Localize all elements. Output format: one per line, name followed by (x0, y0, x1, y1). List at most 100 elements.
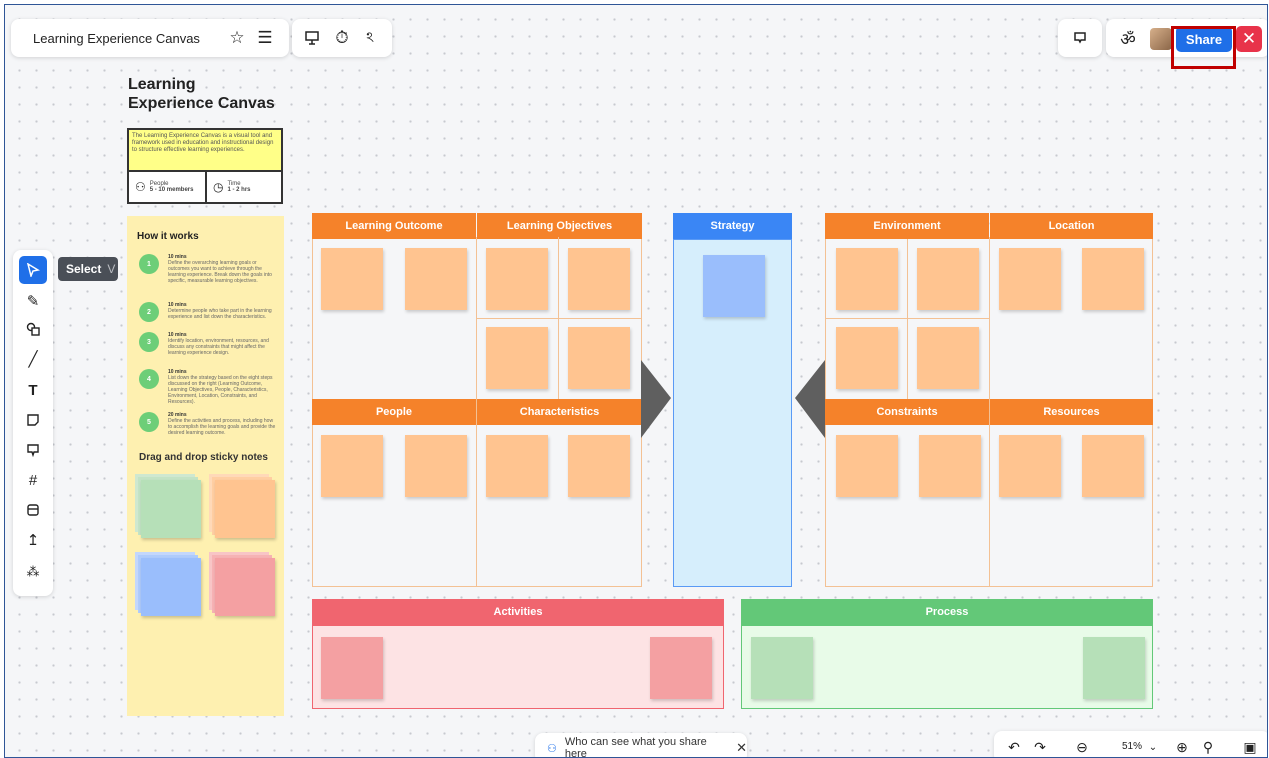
step-text: 10 mins List down the strategy based on t… (168, 369, 276, 405)
sticky-note[interactable] (1083, 637, 1145, 699)
menu-icon[interactable]: ☰ (255, 28, 275, 48)
comments-panel (1058, 19, 1102, 57)
line-icon[interactable]: ╱ (19, 345, 47, 373)
green-sticky-stack[interactable] (135, 474, 203, 538)
pen-icon[interactable]: ✎ (19, 287, 47, 315)
sticky-note[interactable] (321, 435, 383, 497)
red-sticky-stack[interactable] (209, 552, 277, 616)
presentation-tools-panel: ⏱ ঽ (292, 19, 392, 57)
constraints-header[interactable]: Constraints (825, 399, 989, 425)
user-avatar[interactable] (1150, 28, 1172, 50)
zoom-level[interactable]: 51% (1122, 741, 1142, 752)
close-icon[interactable]: ✕ (1236, 26, 1262, 52)
timer-icon[interactable]: ⏱ (332, 28, 352, 48)
sticky-note[interactable] (321, 637, 383, 699)
zoom-in-icon[interactable]: ⊕ (1172, 737, 1192, 757)
step-number: 5 (139, 412, 159, 432)
comment-icon[interactable] (1070, 28, 1090, 48)
people-visibility-icon: ⚇ (547, 742, 557, 755)
sticky-note[interactable] (919, 435, 981, 497)
upload-icon[interactable]: ↥ (19, 526, 47, 554)
share-hint-text: Who can see what you share here (564, 736, 707, 758)
voting-icon[interactable]: ঽ (360, 28, 380, 48)
process-header[interactable]: Process (741, 599, 1153, 625)
star-icon[interactable]: ☆ (227, 28, 247, 48)
sticky-note[interactable] (836, 327, 898, 389)
orange-sticky-stack[interactable] (209, 474, 277, 538)
text-icon[interactable]: T (19, 376, 47, 404)
page-icon[interactable]: ▣ (1240, 737, 1260, 757)
strategy-header[interactable]: Strategy (673, 213, 792, 239)
comment-tool-icon[interactable] (19, 436, 47, 464)
sticky-note[interactable] (703, 255, 765, 317)
template-icon[interactable] (19, 496, 47, 524)
sticky-note[interactable] (836, 435, 898, 497)
zoom-out-icon[interactable]: ⊖ (1072, 737, 1092, 757)
step-description: Define the overarching learning goals or… (168, 260, 272, 284)
time-value: 1 - 2 hrs (227, 187, 251, 193)
select-tooltip-label: Select (66, 262, 102, 276)
sticky-note[interactable] (486, 435, 548, 497)
step-number: 4 (139, 369, 159, 389)
sticky-note[interactable] (486, 327, 548, 389)
right-arrow-icon (641, 360, 671, 438)
blue-sticky-stack[interactable] (135, 552, 203, 616)
sticky-note[interactable] (568, 435, 630, 497)
meta-box[interactable]: ⚇ People 5 - 10 members ◷ Time 1 - 2 hrs (127, 172, 283, 204)
sticky-note[interactable] (321, 248, 383, 310)
frame-icon[interactable]: # (19, 466, 47, 494)
sticky-note[interactable] (999, 435, 1061, 497)
sticky-note[interactable] (568, 248, 630, 310)
step-number: 1 (139, 254, 159, 274)
select-icon[interactable] (19, 256, 47, 284)
canvas-title[interactable]: Learning Experience Canvas (128, 75, 288, 113)
shapes-icon[interactable] (19, 315, 47, 343)
canvas-title-line1: Learning (128, 76, 196, 93)
how-it-works-panel[interactable]: How it works 1 10 mins Define the overarc… (127, 216, 284, 716)
close-hint-icon[interactable]: ✕ (736, 740, 747, 756)
sticky-note[interactable] (650, 637, 712, 699)
resources-header[interactable]: Resources (990, 399, 1153, 425)
reaction-icon[interactable]: ॐ (1118, 28, 1138, 49)
sticky-note[interactable] (405, 248, 467, 310)
left-toolbar: ✎ ╱ T # ↥ ⁂ (13, 250, 53, 596)
people-icon: ⚇ (135, 180, 146, 194)
select-tooltip-shortcut: V (107, 262, 116, 276)
sticky-note[interactable] (568, 327, 630, 389)
environment-header[interactable]: Environment (825, 213, 989, 239)
sticky-note[interactable] (405, 435, 467, 497)
sticky-note-icon[interactable] (19, 406, 47, 434)
how-it-works-title: How it works (137, 231, 199, 242)
share-button-highlight (1171, 26, 1236, 69)
description-box[interactable]: The Learning Experience Canvas is a visu… (127, 128, 283, 172)
sticky-note[interactable] (1082, 248, 1144, 310)
location-header[interactable]: Location (990, 213, 1153, 239)
sticky-note[interactable] (836, 248, 898, 310)
select-tooltip: Select V (58, 257, 118, 281)
chevron-down-icon[interactable]: ⌄ (1146, 739, 1160, 755)
activities-header[interactable]: Activities (312, 599, 724, 625)
sticky-note[interactable] (751, 637, 813, 699)
sticky-note[interactable] (917, 327, 979, 389)
sticky-note[interactable] (486, 248, 548, 310)
locate-icon[interactable]: ⚲ (1198, 737, 1218, 757)
step-description: Determine people who take part in the le… (168, 308, 272, 320)
redo-icon[interactable]: ↷ (1030, 737, 1050, 757)
people-header[interactable]: People (312, 399, 476, 425)
more-tools-icon[interactable]: ⁂ (19, 558, 47, 586)
undo-icon[interactable]: ↶ (1004, 737, 1024, 757)
share-visibility-hint[interactable]: ⚇ Who can see what you share here ✕ (535, 733, 747, 758)
step-text: 10 mins Identify location, environment, r… (168, 332, 276, 356)
characteristics-header[interactable]: Characteristics (477, 399, 642, 425)
drag-sticky-notes-title: Drag and drop sticky notes (139, 452, 268, 463)
board-title[interactable]: Learning Experience Canvas (33, 31, 200, 46)
sticky-note[interactable] (1082, 435, 1144, 497)
step-number: 2 (139, 302, 159, 322)
sticky-note[interactable] (917, 248, 979, 310)
whiteboard-canvas[interactable]: Learning Experience Canvas ☆ ☰ ⏱ ঽ ॐ Sha… (4, 4, 1268, 758)
presentation-icon[interactable] (302, 28, 322, 48)
step-text: 20 mins Define the activities and process… (168, 412, 276, 436)
learning-outcome-header[interactable]: Learning Outcome (312, 213, 476, 239)
learning-objectives-header[interactable]: Learning Objectives (477, 213, 642, 239)
sticky-note[interactable] (999, 248, 1061, 310)
